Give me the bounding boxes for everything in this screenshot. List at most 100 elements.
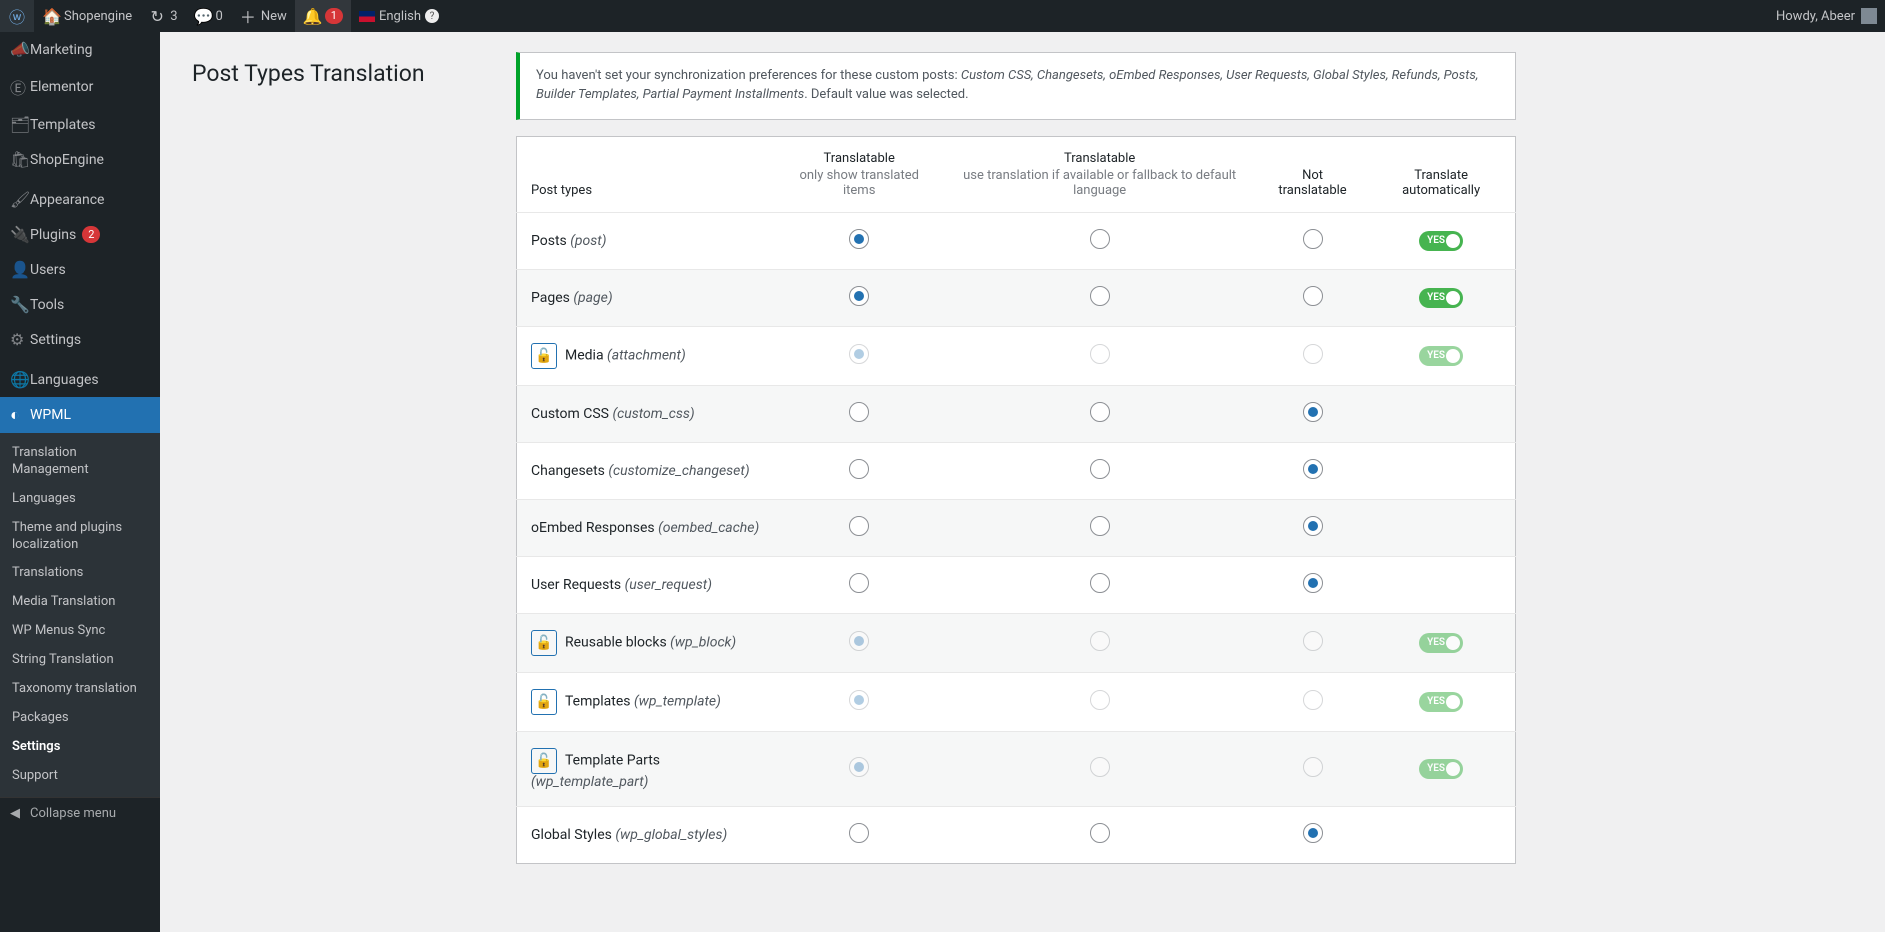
- sidebar-item-plugins[interactable]: 🔌Plugins2: [0, 217, 160, 252]
- radio-option-3[interactable]: [1303, 573, 1323, 593]
- page-title: Post Types Translation: [192, 60, 492, 87]
- translate-auto-toggle: YES: [1419, 692, 1463, 712]
- submenu-item-translations[interactable]: Translations: [0, 559, 160, 588]
- toggle-cell: YES: [1367, 212, 1515, 269]
- radio-option-3: [1303, 344, 1323, 364]
- radio-option-3[interactable]: [1303, 402, 1323, 422]
- toggle-cell: [1367, 499, 1515, 556]
- radio-option-2[interactable]: [1090, 286, 1110, 306]
- new-content-link[interactable]: ＋New: [231, 0, 295, 32]
- sidebar-item-marketing[interactable]: 📣Marketing: [0, 32, 160, 67]
- submenu-item-translation-management[interactable]: Translation Management: [0, 439, 160, 485]
- table-row: Changesets (customize_changeset): [517, 442, 1516, 499]
- toggle-knob: [1446, 291, 1460, 305]
- radio-option-2[interactable]: [1090, 402, 1110, 422]
- sidebar-item-wpml[interactable]: ◐WPML: [0, 397, 160, 433]
- menu-icon: Ⓔ: [10, 75, 30, 99]
- toggle-cell: [1367, 385, 1515, 442]
- radio-option-2[interactable]: [1090, 573, 1110, 593]
- submenu-item-wp-menus-sync[interactable]: WP Menus Sync: [0, 617, 160, 646]
- comment-icon: 💬: [194, 7, 212, 26]
- radio-cell: [777, 556, 941, 613]
- avatar: [1861, 8, 1877, 24]
- menu-label: Templates: [30, 117, 96, 133]
- translate-auto-toggle[interactable]: YES: [1419, 231, 1463, 251]
- radio-cell: [777, 212, 941, 269]
- submenu-item-media-translation[interactable]: Media Translation: [0, 588, 160, 617]
- post-type-cell: Global Styles (wp_global_styles): [517, 806, 777, 863]
- radio-cell: [941, 499, 1257, 556]
- radio-option-3[interactable]: [1303, 286, 1323, 306]
- toggle-label: YES: [1427, 763, 1445, 774]
- collapse-menu-button[interactable]: ◀Collapse menu: [0, 797, 160, 829]
- submenu-item-settings[interactable]: Settings: [0, 733, 160, 762]
- radio-option-2[interactable]: [1090, 229, 1110, 249]
- wordpress-icon: ⓦ: [8, 4, 26, 28]
- menu-label: Plugins: [30, 227, 76, 243]
- home-icon: 🏠: [42, 7, 60, 26]
- sidebar-item-tools[interactable]: 🔧Tools: [0, 287, 160, 322]
- sidebar-item-appearance[interactable]: 🖌Appearance: [0, 182, 160, 217]
- radio-option-1[interactable]: [849, 229, 869, 249]
- sidebar-item-settings[interactable]: ⚙Settings: [0, 322, 160, 357]
- toggle-cell: [1367, 556, 1515, 613]
- post-type-label: Posts: [531, 233, 567, 249]
- radio-option-1[interactable]: [849, 516, 869, 536]
- sidebar-item-languages[interactable]: 🌐Languages: [0, 362, 160, 397]
- radio-cell: [777, 269, 941, 326]
- radio-cell: [1258, 442, 1367, 499]
- radio-option-1[interactable]: [849, 286, 869, 306]
- radio-cell: [777, 806, 941, 863]
- submenu-item-support[interactable]: Support: [0, 762, 160, 791]
- post-type-label: oEmbed Responses: [531, 520, 655, 536]
- toggle-knob: [1446, 234, 1460, 248]
- radio-option-1: [849, 631, 869, 651]
- updates-link[interactable]: ↻3: [140, 0, 185, 32]
- submenu-item-string-translation[interactable]: String Translation: [0, 646, 160, 675]
- post-type-slug: (wp_template): [634, 693, 721, 709]
- sidebar-item-templates[interactable]: 🗂Templates: [0, 107, 160, 142]
- radio-option-1[interactable]: [849, 573, 869, 593]
- submenu-item-taxonomy-translation[interactable]: Taxonomy translation: [0, 675, 160, 704]
- col-translatable-only: Translatableonly show translated items: [777, 136, 941, 212]
- post-type-cell: Custom CSS (custom_css): [517, 385, 777, 442]
- radio-cell: [777, 613, 941, 672]
- post-type-slug: (post): [570, 233, 606, 249]
- submenu-item-theme-and-plugins-localization[interactable]: Theme and plugins localization: [0, 514, 160, 560]
- comments-link[interactable]: 💬0: [186, 0, 231, 32]
- radio-option-3[interactable]: [1303, 229, 1323, 249]
- submenu-item-languages[interactable]: Languages: [0, 485, 160, 514]
- update-icon: ↻: [148, 7, 166, 26]
- sidebar-item-elementor[interactable]: ⒺElementor: [0, 67, 160, 107]
- radio-option-1[interactable]: [849, 823, 869, 843]
- collapse-icon: ◀: [10, 806, 30, 821]
- radio-cell: [777, 731, 941, 806]
- radio-option-3[interactable]: [1303, 459, 1323, 479]
- collapse-label: Collapse menu: [30, 806, 116, 821]
- notifications-link[interactable]: 🔔1: [295, 0, 351, 32]
- notice-post: . Default value was selected.: [804, 87, 968, 102]
- radio-cell: [941, 556, 1257, 613]
- submenu-item-packages[interactable]: Packages: [0, 704, 160, 733]
- wp-logo[interactable]: ⓦ: [0, 0, 34, 32]
- col-post-types: Post types: [517, 136, 777, 212]
- radio-option-3[interactable]: [1303, 516, 1323, 536]
- radio-option-3[interactable]: [1303, 823, 1323, 843]
- radio-option-2[interactable]: [1090, 823, 1110, 843]
- post-type-cell: Changesets (customize_changeset): [517, 442, 777, 499]
- radio-option-1[interactable]: [849, 459, 869, 479]
- plus-icon: ＋: [239, 4, 257, 28]
- site-name-link[interactable]: 🏠 Shopengine: [34, 0, 140, 32]
- radio-option-1[interactable]: [849, 402, 869, 422]
- menu-icon: 🔧: [10, 295, 30, 314]
- site-name: Shopengine: [64, 9, 132, 24]
- table-row: 🔓Template Parts (wp_template_part)YES: [517, 731, 1516, 806]
- table-row: 🔓Templates (wp_template)YES: [517, 672, 1516, 731]
- translate-auto-toggle[interactable]: YES: [1419, 288, 1463, 308]
- language-selector[interactable]: English?: [351, 0, 447, 32]
- sidebar-item-users[interactable]: 👤Users: [0, 252, 160, 287]
- sidebar-item-shopengine[interactable]: 🛍ShopEngine: [0, 142, 160, 177]
- radio-option-2[interactable]: [1090, 516, 1110, 536]
- radio-option-2[interactable]: [1090, 459, 1110, 479]
- my-account-link[interactable]: Howdy, Abeer: [1768, 0, 1885, 32]
